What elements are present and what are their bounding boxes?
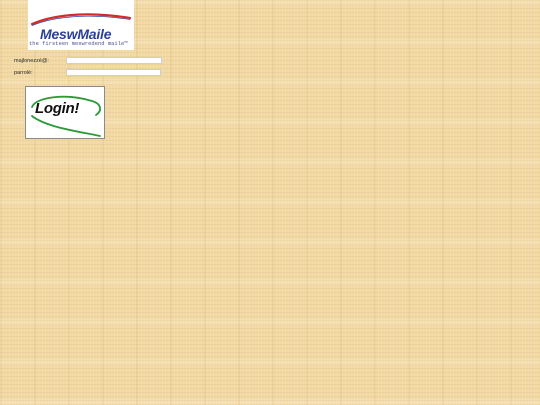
username-label: majlonezzé@: <box>14 58 49 64</box>
brand-name: MeswMaile <box>40 26 112 42</box>
brand-logo: MeswMaile the firsteen meswredend maile™ <box>28 0 134 50</box>
username-input[interactable] <box>66 57 162 64</box>
password-label: parrolé: <box>14 70 33 76</box>
password-input[interactable] <box>66 69 161 76</box>
login-button[interactable]: Login! <box>25 86 105 139</box>
login-button-label: Login! <box>35 100 80 117</box>
brand-tagline: the firsteen meswredend maile™ <box>29 41 128 47</box>
